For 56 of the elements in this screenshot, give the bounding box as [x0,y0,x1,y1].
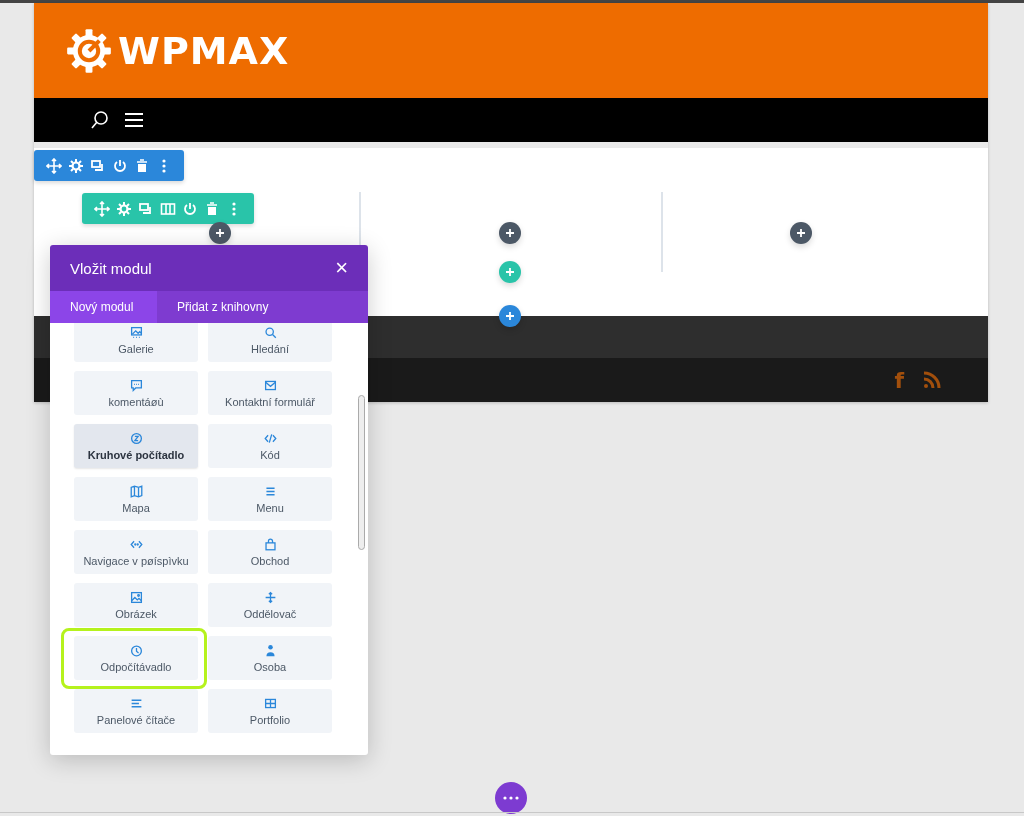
module-tile[interactable]: komentáøù [74,371,198,415]
columns-icon[interactable] [160,200,176,217]
scrollbar-thumb[interactable] [358,395,365,550]
grid-icon [263,696,277,710]
module-tile[interactable]: Kruhové počítadlo [74,424,198,468]
trash-icon[interactable] [134,157,150,174]
module-tile[interactable]: Osoba [208,636,332,680]
duplicate-icon[interactable] [90,157,106,174]
envelope-icon [263,378,277,392]
module-tile[interactable]: Obchod [208,530,332,574]
module-tile[interactable]: Mapa [74,477,198,521]
duplicate-icon[interactable] [138,200,154,217]
map-icon [129,484,143,498]
speech-bubble-icon [129,378,143,392]
plus-icon [505,228,515,238]
dialog-title: Vložit modul [70,259,152,277]
module-tile[interactable]: Obrázek [74,583,198,627]
shopping-bag-icon [263,537,277,551]
rss-icon[interactable] [922,370,942,390]
plus-icon [215,228,225,238]
module-tile[interactable]: Kód [208,424,332,468]
settings-icon[interactable] [68,157,84,174]
module-tile[interactable]: Portfolio [208,689,332,733]
logo-text: WPMAX [118,28,290,73]
search-icon[interactable] [90,110,110,130]
plus-icon [796,228,806,238]
plus-icon [505,267,515,277]
gear-gauge-logo-icon [66,27,112,74]
module-tile[interactable]: Panelové čítače [74,689,198,733]
module-tile[interactable]: Galerie [74,323,198,362]
module-tile[interactable]: Kontaktní formulář [208,371,332,415]
ellipsis-icon [503,796,519,800]
move-icon[interactable] [94,200,110,217]
settings-icon[interactable] [116,200,132,217]
module-tile[interactable]: Hledání [208,323,332,362]
module-tile[interactable]: Menu [208,477,332,521]
circle-counter-icon [129,431,143,445]
menu-icon[interactable] [124,112,144,128]
module-tile[interactable]: Oddělovač [208,583,332,627]
plus-icon [505,311,515,321]
module-tile[interactable]: Odpočítávadlo [74,636,198,680]
dialog-tab[interactable]: Přidat z knihovny [157,291,289,323]
power-icon[interactable] [112,157,128,174]
trash-icon[interactable] [204,200,220,217]
close-button[interactable]: × [335,257,348,279]
power-icon[interactable] [182,200,198,217]
more-button[interactable] [495,782,527,814]
image-icon [129,590,143,604]
divider-arrows-icon [263,590,277,604]
search-icon [263,325,277,339]
module-tile[interactable]: Navigace v pøíspìvku [74,530,198,574]
dialog-tab[interactable]: Nový modul [50,291,157,323]
move-icon[interactable] [46,157,62,174]
code-icon [263,431,277,445]
gallery-icon [129,325,143,339]
clock-icon [129,643,143,657]
